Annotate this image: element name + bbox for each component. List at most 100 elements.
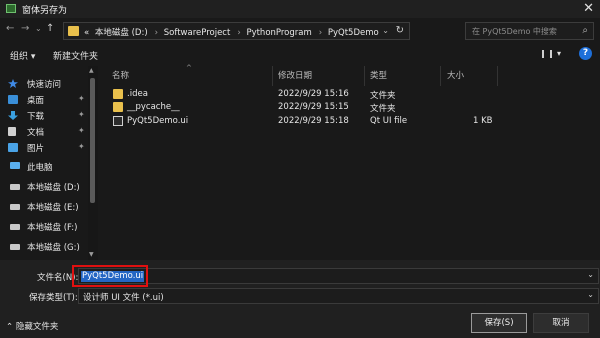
breadcrumb-separator[interactable]: › bbox=[237, 28, 240, 38]
file-type: 文件夹 bbox=[370, 104, 396, 114]
highlight-box bbox=[72, 265, 148, 287]
sidebar-item-desktop[interactable]: 桌面 ✦ bbox=[8, 92, 88, 108]
drive-icon bbox=[10, 224, 20, 230]
pin-icon: ✦ bbox=[78, 142, 85, 151]
file-name: PyQt5Demo.ui bbox=[127, 116, 189, 126]
scroll-up-arrow[interactable]: ▲ bbox=[89, 67, 94, 74]
view-options-icon[interactable] bbox=[542, 50, 552, 58]
breadcrumb-overflow[interactable]: « bbox=[84, 28, 89, 38]
file-type: Qt UI file bbox=[370, 116, 408, 126]
drive-icon bbox=[10, 184, 20, 190]
column-divider[interactable] bbox=[272, 66, 273, 86]
sidebar-item-label: 本地磁盘 (G:) bbox=[27, 243, 80, 253]
file-row[interactable]: __pycache__ 2022/9/29 15:15 文件夹 bbox=[108, 100, 598, 115]
folder-icon bbox=[113, 102, 123, 112]
up-button[interactable]: ↑ bbox=[46, 23, 54, 34]
folder-icon bbox=[113, 89, 123, 99]
drive-icon bbox=[10, 204, 20, 210]
picture-icon bbox=[8, 143, 18, 152]
chevron-down-icon[interactable]: ⌄ bbox=[382, 26, 389, 35]
file-size: 1 KB bbox=[473, 116, 493, 126]
breadcrumb-item[interactable]: 本地磁盘 (D:) bbox=[95, 28, 148, 38]
file-date: 2022/9/29 15:16 bbox=[278, 89, 349, 99]
address-row: ← → ⌄ ↑ « 本地磁盘 (D:) › SoftwareProject › Py… bbox=[0, 18, 600, 44]
sidebar-scrollbar[interactable]: ▲ ▼ bbox=[88, 66, 98, 260]
sidebar-item-downloads[interactable]: 下载 ✦ bbox=[8, 108, 88, 124]
sidebar-item-drive-f[interactable]: 本地磁盘 (F:) bbox=[10, 219, 90, 235]
breadcrumb-separator[interactable]: › bbox=[319, 28, 322, 38]
file-name: .idea bbox=[127, 89, 148, 99]
column-header-size[interactable]: 大小 bbox=[447, 69, 464, 81]
hide-folders-button[interactable]: ⌃ 隐藏文件夹 bbox=[6, 320, 58, 332]
scroll-down-arrow[interactable]: ▼ bbox=[89, 251, 94, 258]
breadcrumb-item[interactable]: PythonProgram bbox=[246, 28, 311, 38]
sidebar-item-drive-g[interactable]: 本地磁盘 (G:) bbox=[10, 239, 90, 255]
column-header-type[interactable]: 类型 bbox=[370, 69, 387, 81]
sidebar-item-label: 本地磁盘 (E:) bbox=[27, 203, 79, 213]
help-icon[interactable]: ? bbox=[579, 47, 592, 60]
sidebar-item-this-pc[interactable]: 此电脑 bbox=[10, 159, 90, 175]
filename-field[interactable]: PyQt5Demo.ui ⌄ bbox=[78, 268, 599, 284]
scrollbar-thumb[interactable] bbox=[90, 78, 95, 203]
download-icon bbox=[8, 111, 18, 120]
breadcrumb-item[interactable]: SoftwareProject bbox=[164, 28, 231, 38]
document-icon bbox=[8, 127, 16, 136]
window-title: 窗体另存为 bbox=[22, 6, 68, 16]
new-folder-button[interactable]: 新建文件夹 bbox=[53, 49, 98, 62]
computer-icon bbox=[10, 162, 20, 169]
column-divider[interactable] bbox=[497, 66, 498, 86]
navigation-pane: 快速访问 桌面 ✦ 下载 ✦ 文档 ✦ 图片 ✦ 此电脑 本地磁盘 (D:) 本… bbox=[0, 66, 98, 260]
file-name: __pycache__ bbox=[127, 102, 180, 112]
filetype-select[interactable]: 设计师 UI 文件 (*.ui) ⌄ bbox=[78, 288, 599, 304]
sidebar-item-label: 下载 bbox=[27, 112, 45, 122]
search-icon: ⌕ bbox=[582, 25, 588, 36]
cancel-button[interactable]: 取消 bbox=[533, 313, 589, 333]
sidebar-item-label: 本地磁盘 (F:) bbox=[27, 223, 78, 233]
folder-icon bbox=[68, 26, 79, 36]
toolbar: 组织 ▾ 新建文件夹 ▾ ? bbox=[0, 44, 600, 66]
column-header-date[interactable]: 修改日期 bbox=[278, 69, 312, 81]
desktop-icon bbox=[8, 95, 18, 104]
file-list: 名称 ^ 修改日期 类型 大小 .idea 2022/9/29 15:16 文件… bbox=[98, 64, 600, 260]
drive-icon bbox=[10, 244, 20, 250]
search-input[interactable]: 在 PyQt5Demo 中搜索 ⌕ bbox=[465, 22, 594, 40]
breadcrumb-item[interactable]: PyQt5Demo bbox=[328, 28, 379, 38]
save-form: 文件名(N): PyQt5Demo.ui ⌄ 保存类型(T): 设计师 UI 文… bbox=[0, 260, 600, 338]
column-divider[interactable] bbox=[440, 66, 441, 86]
back-button[interactable]: ← bbox=[6, 23, 14, 34]
breadcrumb-separator[interactable]: › bbox=[155, 28, 158, 38]
sidebar-item-drive-e[interactable]: 本地磁盘 (E:) bbox=[10, 199, 90, 215]
refresh-button[interactable]: ↻ bbox=[396, 25, 404, 36]
address-bar[interactable]: « 本地磁盘 (D:) › SoftwareProject › PythonProg… bbox=[63, 22, 410, 40]
sidebar-item-drive-d[interactable]: 本地磁盘 (D:) bbox=[10, 179, 90, 195]
sort-arrow-icon: ^ bbox=[186, 64, 192, 72]
forward-button[interactable]: → bbox=[21, 23, 29, 34]
filetype-value: 设计师 UI 文件 (*.ui) bbox=[83, 293, 164, 303]
sidebar-item-label: 快速访问 bbox=[27, 80, 62, 90]
close-button[interactable]: ✕ bbox=[583, 1, 594, 16]
sidebar-item-pictures[interactable]: 图片 ✦ bbox=[8, 140, 88, 156]
app-icon bbox=[6, 4, 16, 13]
sidebar-item-documents[interactable]: 文档 ✦ bbox=[8, 124, 88, 140]
sidebar-item-label: 本地磁盘 (D:) bbox=[27, 183, 80, 193]
title-bar: 窗体另存为 ✕ bbox=[0, 0, 600, 18]
file-row[interactable]: PyQt5Demo.ui 2022/9/29 15:18 Qt UI file … bbox=[108, 114, 598, 129]
chevron-down-icon[interactable]: ⌄ bbox=[587, 290, 594, 299]
organize-button[interactable]: 组织 ▾ bbox=[10, 49, 35, 62]
recent-locations-button[interactable]: ⌄ bbox=[35, 24, 42, 33]
breadcrumb: « 本地磁盘 (D:) › SoftwareProject › PythonProg… bbox=[84, 26, 382, 38]
search-placeholder: 在 PyQt5Demo 中搜索 bbox=[472, 27, 557, 36]
pin-icon: ✦ bbox=[78, 94, 85, 103]
filetype-label: 保存类型(T): bbox=[29, 293, 78, 303]
file-date: 2022/9/29 15:18 bbox=[278, 116, 349, 126]
view-dropdown-chevron[interactable]: ▾ bbox=[557, 49, 561, 58]
sidebar-item-label: 此电脑 bbox=[27, 163, 53, 173]
file-date: 2022/9/29 15:15 bbox=[278, 102, 349, 112]
chevron-down-icon[interactable]: ⌄ bbox=[587, 270, 594, 279]
sidebar-item-quick-access[interactable]: 快速访问 bbox=[8, 76, 88, 92]
sidebar-item-label: 图片 bbox=[27, 144, 45, 154]
column-divider[interactable] bbox=[364, 66, 365, 86]
column-header-name[interactable]: 名称 bbox=[112, 69, 129, 81]
save-button[interactable]: 保存(S) bbox=[471, 313, 527, 333]
star-icon bbox=[8, 79, 18, 88]
